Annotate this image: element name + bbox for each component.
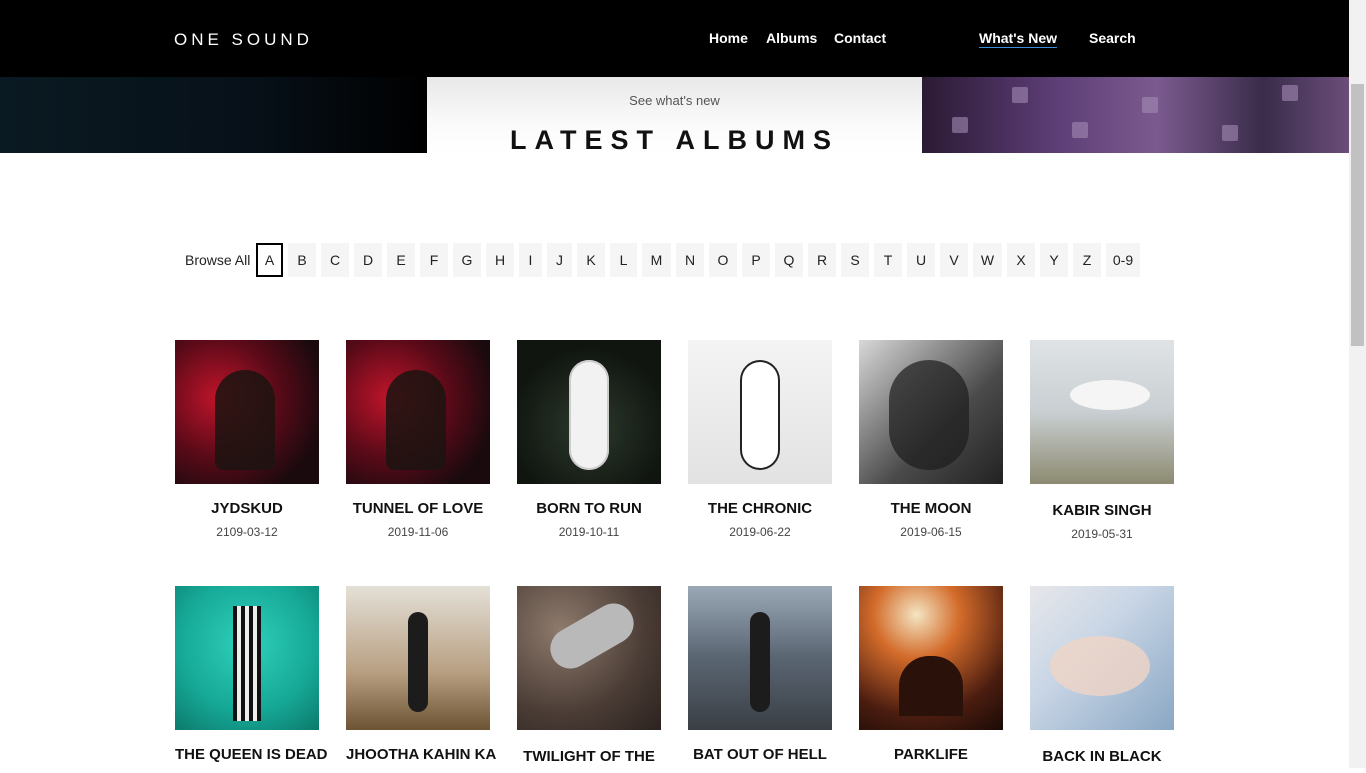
album-title[interactable]: JYDSKUD	[175, 500, 319, 517]
album-card[interactable]: TWILIGHT OF THE	[517, 586, 661, 773]
album-cover-image[interactable]	[859, 340, 1003, 484]
album-cover-image[interactable]	[859, 586, 1003, 730]
album-cover-image[interactable]	[688, 340, 832, 484]
album-cover-image[interactable]	[1030, 340, 1174, 484]
album-title[interactable]: BAT OUT OF HELL	[688, 746, 832, 763]
album-title[interactable]: THE CHRONIC	[688, 500, 832, 517]
cover-art-shape	[569, 360, 609, 470]
album-title[interactable]: BACK IN BLACK	[1030, 748, 1174, 765]
album-cover-image[interactable]	[175, 586, 319, 730]
letter-filter-v[interactable]: V	[940, 243, 968, 277]
hero-subtitle: See what's new	[629, 93, 720, 108]
cover-art-shape	[1050, 636, 1150, 696]
letter-filter-0-9[interactable]: 0-9	[1106, 243, 1140, 277]
letter-filter-j[interactable]: J	[547, 243, 572, 277]
letter-filter-r[interactable]: R	[808, 243, 836, 277]
album-release-date: 2019-11-06	[387, 525, 449, 539]
letter-filter-p[interactable]: P	[742, 243, 770, 277]
letter-filter-a[interactable]: A	[256, 243, 283, 277]
hero-image-left	[0, 77, 427, 153]
album-title[interactable]: TUNNEL OF LOVE	[346, 500, 490, 517]
letter-filter-d[interactable]: D	[354, 243, 382, 277]
album-title[interactable]: PARKLIFE	[859, 746, 1003, 763]
cover-art-shape	[750, 612, 770, 712]
cover-art-shape	[233, 606, 261, 721]
brand-logo[interactable]: ONE SOUND	[174, 30, 313, 50]
album-card[interactable]: JYDSKUD 2109-03-12	[175, 340, 319, 539]
album-card[interactable]: PARKLIFE	[859, 586, 1003, 771]
album-release-date: 2019-10-11	[558, 525, 620, 539]
cover-art-shape	[543, 596, 641, 676]
letter-filter-e[interactable]: E	[387, 243, 415, 277]
nav-whats-new[interactable]: What's New	[979, 30, 1057, 46]
album-release-date: 2019-05-31	[1071, 527, 1133, 541]
album-cover-image[interactable]	[1030, 586, 1174, 730]
album-card[interactable]: BACK IN BLACK	[1030, 586, 1174, 773]
browse-all-label[interactable]: Browse All	[185, 252, 250, 268]
album-title[interactable]: THE MOON	[859, 500, 1003, 517]
album-card[interactable]: THE MOON 2019-06-15	[859, 340, 1003, 539]
cover-art-shape	[889, 360, 969, 470]
letter-filter-u[interactable]: U	[907, 243, 935, 277]
letter-filter-m[interactable]: M	[642, 243, 671, 277]
cover-art-shape	[215, 370, 275, 470]
letter-filter-f[interactable]: F	[420, 243, 448, 277]
album-cover-image[interactable]	[517, 340, 661, 484]
album-card[interactable]: JHOOTHA KAHIN KA	[346, 586, 496, 771]
nav-contact[interactable]: Contact	[834, 30, 886, 46]
page-title: LATEST ALBUMS	[510, 125, 839, 153]
letter-filter-b[interactable]: B	[288, 243, 316, 277]
nav-albums[interactable]: Albums	[766, 30, 817, 46]
cover-art-shape	[740, 360, 780, 470]
album-cover-image[interactable]	[175, 340, 319, 484]
album-release-date: 2019-06-22	[729, 525, 791, 539]
letter-filter-z[interactable]: Z	[1073, 243, 1101, 277]
nav-search[interactable]: Search	[1089, 30, 1136, 46]
hero-banner: See what's new LATEST ALBUMS	[0, 77, 1349, 153]
album-card[interactable]: BORN TO RUN 2019-10-11	[517, 340, 661, 539]
cover-art-shape	[386, 370, 446, 470]
album-title[interactable]: BORN TO RUN	[517, 500, 661, 517]
cover-art-shape	[408, 612, 428, 712]
album-card[interactable]: KABIR SINGH 2019-05-31	[1030, 340, 1174, 541]
letter-filter-i[interactable]: I	[519, 243, 542, 277]
album-release-date: 2019-06-15	[900, 525, 962, 539]
scrollbar-thumb[interactable]	[1351, 84, 1364, 346]
album-cover-image[interactable]	[517, 586, 661, 730]
album-card[interactable]: BAT OUT OF HELL	[688, 586, 832, 771]
letter-filter-s[interactable]: S	[841, 243, 869, 277]
album-cover-image[interactable]	[688, 586, 832, 730]
letter-filter-g[interactable]: G	[453, 243, 481, 277]
letter-filter-q[interactable]: Q	[775, 243, 803, 277]
letter-filter-l[interactable]: L	[610, 243, 637, 277]
album-title[interactable]: KABIR SINGH	[1030, 502, 1174, 519]
letter-filter-n[interactable]: N	[676, 243, 704, 277]
letter-filter-h[interactable]: H	[486, 243, 514, 277]
album-cover-image[interactable]	[346, 586, 490, 730]
album-card[interactable]: TUNNEL OF LOVE 2019-11-06	[346, 340, 490, 539]
hero-title-panel: See what's new LATEST ALBUMS	[427, 77, 922, 153]
letter-filter-k[interactable]: K	[577, 243, 605, 277]
letter-filter-y[interactable]: Y	[1040, 243, 1068, 277]
letter-filter-x[interactable]: X	[1007, 243, 1035, 277]
album-card[interactable]: THE QUEEN IS DEAD	[175, 586, 328, 771]
album-title[interactable]: JHOOTHA KAHIN KA	[346, 746, 496, 763]
album-card[interactable]: THE CHRONIC 2019-06-22	[688, 340, 832, 539]
cover-art-shape	[1070, 380, 1150, 410]
letter-filter-w[interactable]: W	[973, 243, 1002, 277]
letter-filter-c[interactable]: C	[321, 243, 349, 277]
letter-filter-t[interactable]: T	[874, 243, 902, 277]
album-release-date: 2109-03-12	[216, 525, 278, 539]
album-title[interactable]: TWILIGHT OF THE	[517, 748, 661, 765]
top-navbar: ONE SOUND Home Albums Contact What's New…	[0, 0, 1349, 77]
album-title[interactable]: THE QUEEN IS DEAD	[175, 746, 328, 763]
nav-home[interactable]: Home	[709, 30, 748, 46]
album-cover-image[interactable]	[346, 340, 490, 484]
letter-filter-o[interactable]: O	[709, 243, 737, 277]
hero-image-right	[922, 77, 1349, 153]
cover-art-shape	[899, 656, 963, 716]
alphabet-filter: A B C D E F G H I J K L M N O P Q R S T U V W X Y Z 0-9	[256, 243, 1145, 277]
